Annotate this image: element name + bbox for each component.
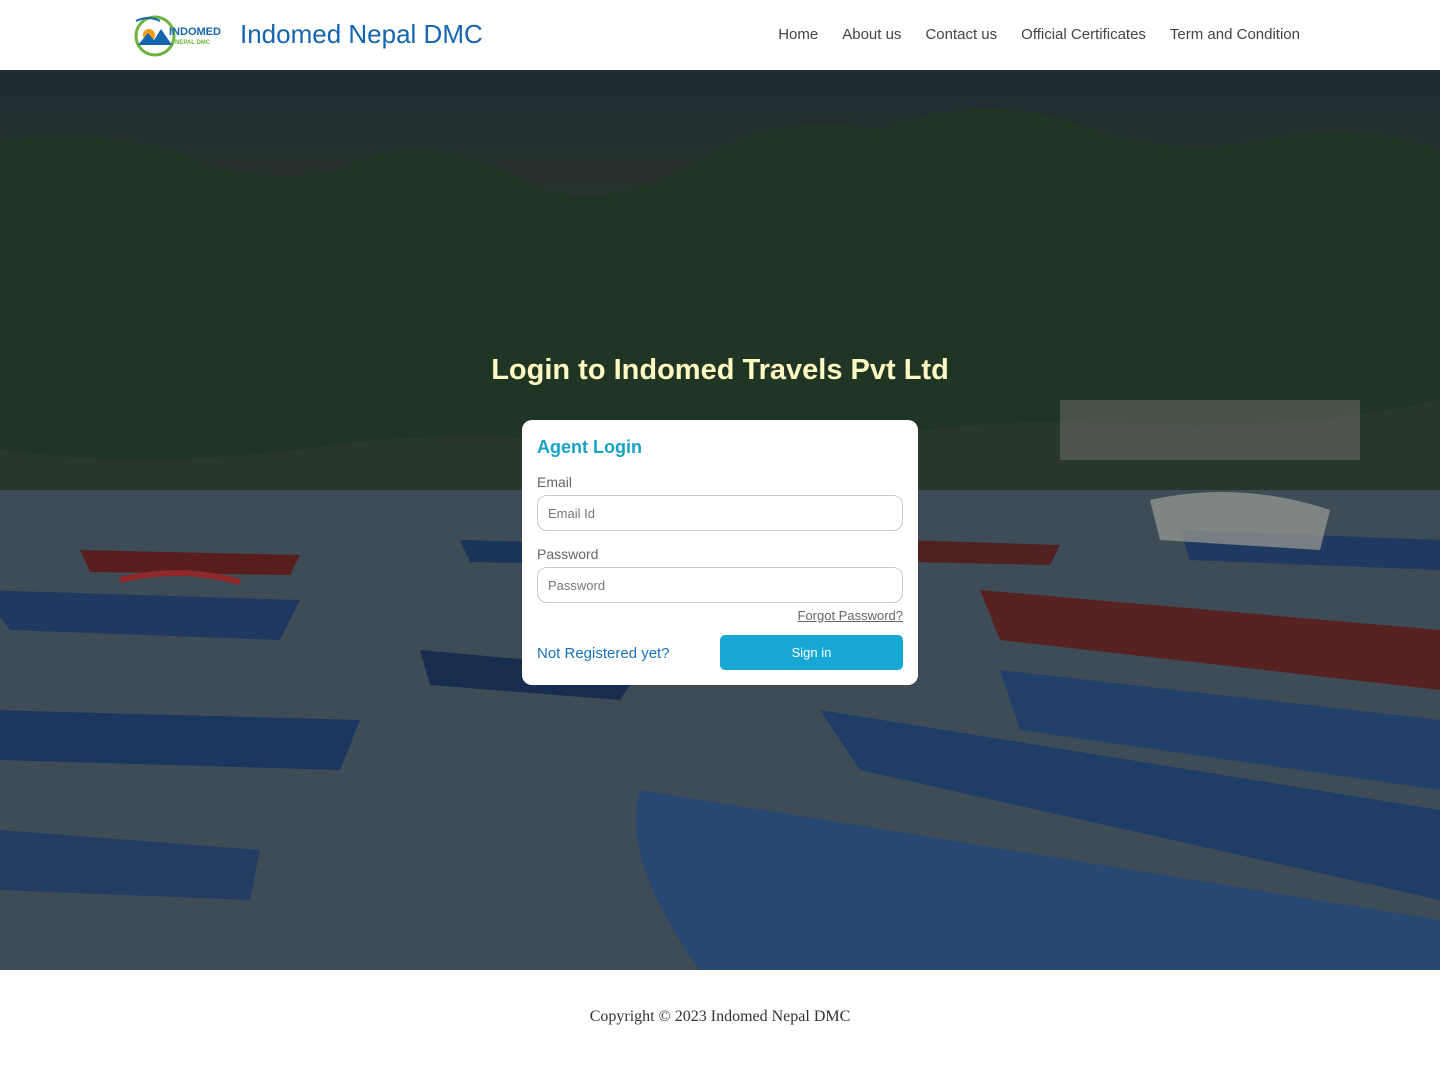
nav-home[interactable]: Home	[778, 26, 818, 44]
forgot-password-link[interactable]: Forgot Password?	[798, 608, 904, 623]
logo-text-bottom: NEPAL DMC	[175, 40, 211, 46]
main-nav: Home About us Contact us Official Certif…	[754, 26, 1300, 44]
hero-title: Login to Indomed Travels Pvt Ltd	[491, 354, 949, 386]
password-field[interactable]	[537, 567, 903, 603]
nav-term-and-condition[interactable]: Term and Condition	[1170, 26, 1300, 44]
logo-link[interactable]: INDOMED NEPAL DMC	[134, 13, 224, 58]
top-navbar: INDOMED NEPAL DMC Indomed Nepal DMC Home…	[0, 0, 1440, 70]
nav-contact-us[interactable]: Contact us	[925, 26, 997, 44]
email-label: Email	[537, 474, 573, 490]
nav-official-certificates[interactable]: Official Certificates	[1021, 26, 1146, 44]
password-label: Password	[537, 546, 599, 562]
sign-in-button[interactable]: Sign in	[720, 635, 903, 670]
nav-about-us[interactable]: About us	[842, 26, 901, 44]
login-card-title: Agent Login	[537, 437, 642, 457]
indomed-logo-icon: INDOMED NEPAL DMC	[134, 15, 221, 57]
login-card: Agent Login Email Password Forgot Passwo…	[522, 420, 918, 685]
brand-name[interactable]: Indomed Nepal DMC	[240, 19, 483, 50]
logo-text-top: INDOMED	[169, 26, 221, 38]
email-field[interactable]	[537, 495, 903, 531]
footer-copyright: Copyright © 2023 Indomed Nepal DMC	[589, 1008, 851, 1025]
hero-section: Login to Indomed Travels Pvt Ltd Agent L…	[0, 70, 1440, 970]
register-link[interactable]: Not Registered yet?	[537, 645, 670, 662]
